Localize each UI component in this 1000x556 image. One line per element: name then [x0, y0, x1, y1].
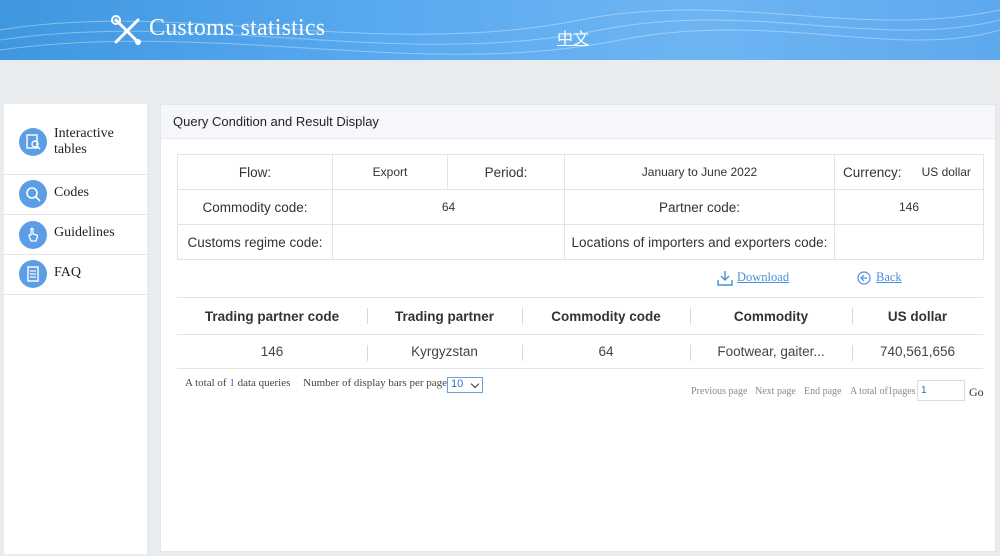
results-summary: A total of 1 data queries Number of disp…	[185, 377, 447, 389]
prev-page-link[interactable]: Previous page	[691, 386, 747, 397]
sidebar-item-label: Codes	[54, 185, 89, 200]
query-condition-table: Flow: Export Period: January to June 202…	[177, 154, 984, 260]
top-banner: Customs statistics 中文	[0, 0, 1000, 60]
locations-label: Locations of importers and exporters cod…	[564, 224, 835, 260]
tools-icon	[111, 15, 141, 45]
partner-code-value: 146	[834, 189, 984, 225]
results-header-row: Trading partner code Trading partner Com…	[177, 297, 983, 335]
table-search-icon	[19, 128, 47, 156]
sidebar-item-faq[interactable]: FAQ	[4, 255, 147, 295]
go-button[interactable]: Go	[969, 385, 984, 400]
col-header[interactable]: Trading partner	[367, 297, 522, 335]
sidebar-item-label: Guidelines	[54, 225, 115, 240]
customs-regime-label: Customs regime code:	[177, 224, 333, 260]
list-document-icon	[19, 260, 47, 288]
search-icon	[19, 180, 47, 208]
sidebar-item-label: Interactive tables	[54, 126, 114, 157]
chevron-down-icon	[470, 379, 480, 389]
back-arrow-icon[interactable]	[857, 271, 871, 285]
sidebar: Interactive tables Codes Guidelines FAQ	[4, 104, 147, 554]
col-header[interactable]: Commodity	[690, 297, 852, 335]
language-switch-link[interactable]: 中文	[557, 25, 589, 49]
sidebar-item-guidelines[interactable]: Guidelines	[4, 215, 147, 255]
cell-partner-code: 146	[177, 334, 367, 369]
col-header[interactable]: Commodity code	[522, 297, 690, 335]
table-row: 146 Kyrgyzstan 64 Footwear, gaiter... 74…	[177, 334, 983, 369]
total-suffix: data queries	[237, 377, 291, 389]
sidebar-item-codes[interactable]: Codes	[4, 175, 147, 215]
per-page-label: Number of display bars per page	[303, 377, 448, 389]
page-number-input[interactable]: 1	[917, 380, 965, 401]
hand-pointer-icon	[19, 221, 47, 249]
total-prefix: A total of	[185, 377, 227, 389]
commodity-code-label: Commodity code:	[177, 189, 333, 225]
sidebar-item-interactive-tables[interactable]: Interactive tables	[4, 104, 147, 175]
main-panel: Query Condition and Result Display Flow:…	[160, 104, 996, 552]
download-icon[interactable]	[717, 270, 733, 286]
panel-title: Query Condition and Result Display	[173, 114, 379, 129]
cell-usd: 740,561,656	[852, 334, 983, 369]
end-page-link[interactable]: End page	[804, 386, 842, 397]
per-page-value: 10	[451, 378, 464, 390]
download-link[interactable]: Download	[737, 270, 789, 285]
currency-value: US dollar	[909, 154, 984, 190]
cell-partner: Kyrgyzstan	[367, 334, 522, 369]
col-header[interactable]: US dollar	[852, 297, 983, 335]
commodity-code-value: 64	[332, 189, 565, 225]
locations-value	[834, 224, 984, 260]
cell-commodity-code: 64	[522, 334, 690, 369]
currency-label: Currency:	[834, 154, 910, 190]
panel-header: Query Condition and Result Display	[161, 105, 995, 139]
cell-commodity: Footwear, gaiter...	[690, 334, 852, 369]
flow-value: Export	[332, 154, 448, 190]
period-label: Period:	[447, 154, 565, 190]
period-value: January to June 2022	[564, 154, 835, 190]
col-header[interactable]: Trading partner code	[177, 297, 367, 335]
total-pages: A total of1pages	[850, 386, 916, 397]
sidebar-item-label: FAQ	[54, 265, 81, 280]
customs-regime-value	[332, 224, 565, 260]
partner-code-label: Partner code:	[564, 189, 835, 225]
site-title: Customs statistics	[149, 15, 326, 41]
flow-label: Flow:	[177, 154, 333, 190]
results-table: Trading partner code Trading partner Com…	[177, 297, 983, 369]
next-page-link[interactable]: Next page	[755, 386, 796, 397]
back-link[interactable]: Back	[876, 270, 902, 285]
total-count: 1	[229, 377, 235, 389]
per-page-select[interactable]: 10	[447, 377, 483, 393]
